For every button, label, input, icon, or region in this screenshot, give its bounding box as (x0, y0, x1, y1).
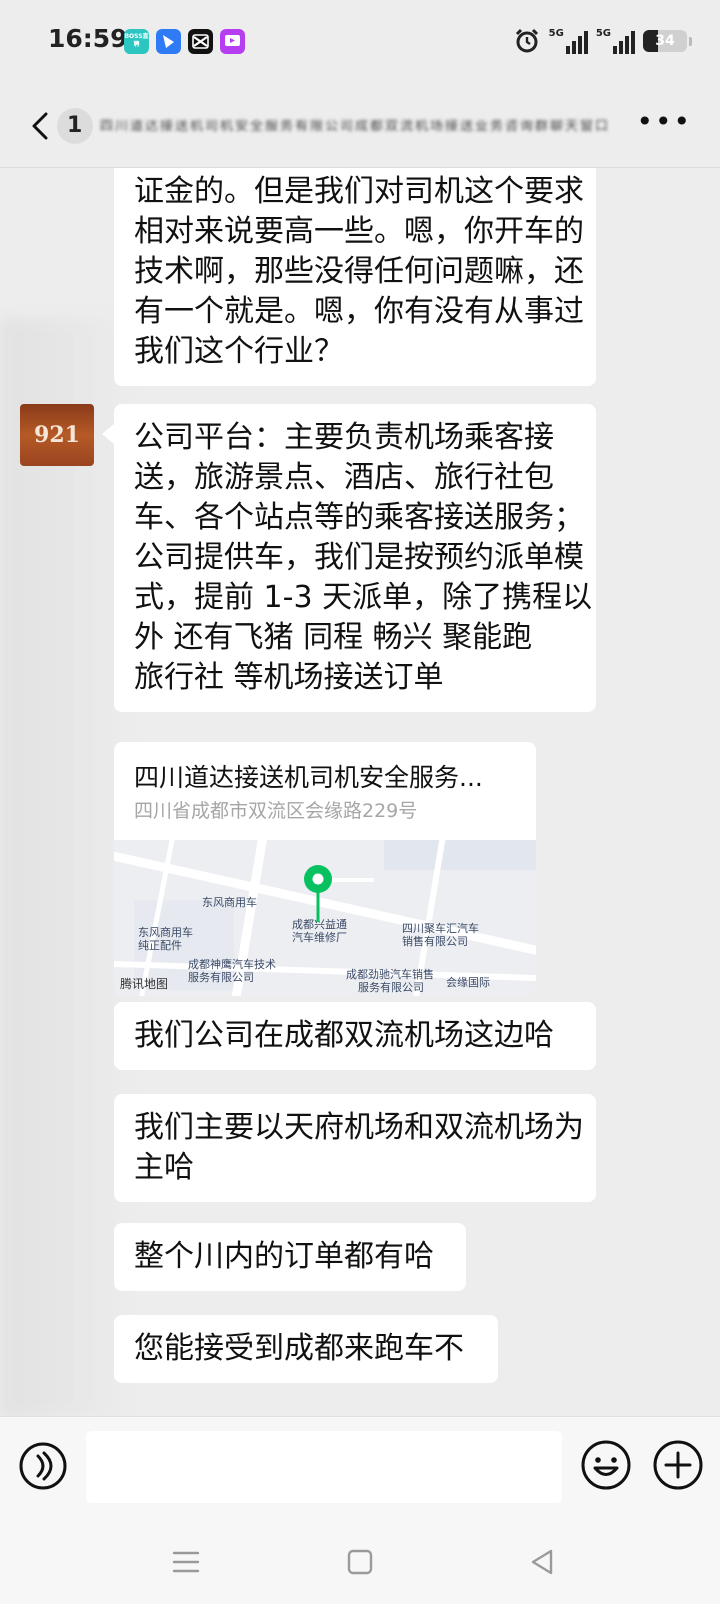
home-square-icon (347, 1549, 373, 1575)
unread-count-badge: 1 (57, 108, 93, 144)
status-bar: 16:59 BOSS直聘 5G 5G 34 (0, 0, 720, 84)
chat-header: 1 四川道达接送机司机安全服务有限公司成都双流机场接送业务咨询群聊天窗口 ••• (0, 84, 720, 168)
boss-icon: BOSS直聘 (124, 29, 149, 54)
message-input[interactable] (86, 1431, 562, 1503)
location-title: 四川道达接送机司机安全服务... (134, 763, 483, 792)
emoji-button[interactable] (580, 1439, 632, 1491)
voice-icon (19, 1442, 67, 1490)
input-bar (0, 1416, 720, 1520)
chat-title: 四川道达接送机司机安全服务有限公司成都双流机场接送业务咨询群聊天窗口 (100, 120, 611, 134)
status-indicators: 5G 5G 34 (513, 26, 692, 56)
more-button[interactable]: ••• (636, 108, 692, 142)
back-button[interactable] (22, 106, 62, 146)
home-nav-button[interactable] (342, 1544, 378, 1580)
chevron-left-icon (32, 112, 48, 140)
voice-button[interactable] (18, 1441, 68, 1491)
message-bubble[interactable]: 公司平台：主要负责机场乘客接 送，旅游景点、酒店、旅行社包 车、各个站点等的乘客… (114, 404, 596, 712)
feishu-icon (156, 29, 181, 54)
more-icon: ••• (636, 105, 692, 138)
status-time: 16:59 (48, 24, 128, 53)
plus-icon (653, 1440, 703, 1490)
message-list[interactable]: 921 证金的。但是我们对司机这个要求 相对来说要高一些。嗯，你开车的 技术啊，… (0, 168, 720, 1416)
message-bubble[interactable]: 我们公司在成都双流机场这边哈 (114, 1002, 596, 1070)
emoji-icon (581, 1440, 631, 1490)
system-nav-bar (0, 1520, 720, 1604)
location-map[interactable]: 东风商用车 东风商用车 纯正配件 成都兴益通 汽车维修厂 四川聚车汇汽车 销售有… (114, 840, 536, 996)
back-triangle-icon (531, 1549, 553, 1575)
back-nav-button[interactable] (524, 1544, 560, 1580)
battery-level: 34 (655, 33, 675, 49)
map-credit: 腾讯地图 (120, 977, 169, 991)
menu-nav-button[interactable] (168, 1544, 204, 1580)
capcut-icon (188, 29, 213, 54)
video-app-icon (220, 29, 245, 54)
message-bubble[interactable]: 我们主要以天府机场和双流机场为 主哈 (114, 1094, 596, 1202)
add-button[interactable] (652, 1439, 704, 1491)
location-card[interactable]: 四川道达接送机司机安全服务... 四川省成都市双流区会缘路229号 东风商用车 … (114, 742, 536, 996)
message-bubble[interactable]: 您能接受到成都来跑车不 (114, 1315, 498, 1383)
avatar[interactable]: 921 (20, 404, 94, 466)
message-bubble[interactable]: 整个川内的订单都有哈 (114, 1223, 466, 1291)
menu-icon (172, 1551, 200, 1573)
battery-icon: 34 (643, 30, 687, 52)
location-address: 四川省成都市双流区会缘路229号 (134, 800, 418, 822)
signal-icon-1: 5G (549, 28, 588, 54)
blurred-region (0, 318, 130, 1416)
message-bubble[interactable]: 证金的。但是我们对司机这个要求 相对来说要高一些。嗯，你开车的 技术啊，那些没得… (114, 168, 596, 386)
location-pin-icon (304, 865, 332, 922)
alarm-icon (515, 28, 538, 53)
signal-icon-2: 5G (596, 28, 635, 54)
